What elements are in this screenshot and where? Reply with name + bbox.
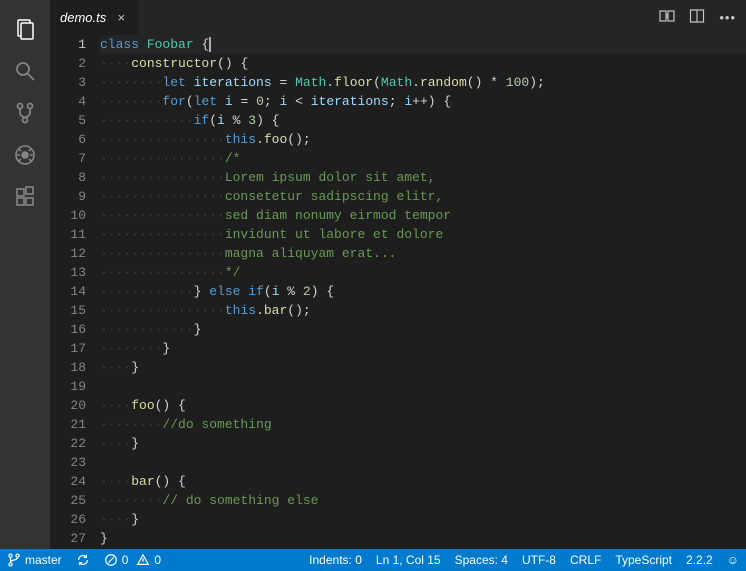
code-line[interactable]: ········} [100, 339, 746, 358]
explorer-icon[interactable] [0, 8, 50, 50]
line-number: 21 [50, 415, 86, 434]
line-number: 20 [50, 396, 86, 415]
line-number: 17 [50, 339, 86, 358]
close-icon[interactable]: × [114, 11, 128, 25]
editor-actions: ••• [659, 0, 746, 35]
code-line[interactable]: ················Lorem ipsum dolor sit am… [100, 168, 746, 187]
line-number: 27 [50, 529, 86, 548]
line-number: 18 [50, 358, 86, 377]
debug-icon[interactable] [0, 134, 50, 176]
line-number: 14 [50, 282, 86, 301]
code-line[interactable]: ········for(let i = 0; i < iterations; i… [100, 92, 746, 111]
line-number: 2 [50, 54, 86, 73]
git-branch[interactable]: master [0, 549, 69, 571]
code-editor[interactable]: 1234567891011121314151617181920212223242… [50, 35, 746, 549]
line-number: 19 [50, 377, 86, 396]
search-icon[interactable] [0, 50, 50, 92]
warnings-count: 0 [154, 553, 161, 567]
code-line[interactable]: ············} else if(i % 2) { [100, 282, 746, 301]
code-line[interactable]: ····bar() { [100, 472, 746, 491]
eol[interactable]: CRLF [563, 549, 608, 571]
sync-icon[interactable] [69, 549, 97, 571]
line-number: 3 [50, 73, 86, 92]
tab-bar: demo.ts × ••• [50, 0, 746, 35]
line-number: 1 [50, 35, 86, 54]
problems[interactable]: 0 0 [97, 549, 168, 571]
code-line[interactable]: ················invidunt ut labore et do… [100, 225, 746, 244]
version[interactable]: 2.2.2 [679, 549, 720, 571]
line-number: 16 [50, 320, 86, 339]
encoding[interactable]: UTF-8 [515, 549, 563, 571]
text-cursor [209, 37, 211, 52]
code-line[interactable]: ················sed diam nonumy eirmod t… [100, 206, 746, 225]
compare-icon[interactable] [659, 8, 675, 27]
code-line[interactable]: ················/* [100, 149, 746, 168]
line-number: 6 [50, 130, 86, 149]
code-line[interactable]: } [100, 529, 746, 548]
extensions-icon[interactable] [0, 176, 50, 218]
line-number: 13 [50, 263, 86, 282]
line-number: 5 [50, 111, 86, 130]
line-number: 10 [50, 206, 86, 225]
line-number: 4 [50, 92, 86, 111]
code-line[interactable]: ····foo() { [100, 396, 746, 415]
code-line[interactable]: ····} [100, 434, 746, 453]
indents[interactable]: Indents: 0 [302, 549, 369, 571]
line-number: 11 [50, 225, 86, 244]
line-number: 8 [50, 168, 86, 187]
line-number: 7 [50, 149, 86, 168]
line-number: 9 [50, 187, 86, 206]
language-mode[interactable]: TypeScript [608, 549, 679, 571]
spaces[interactable]: Spaces: 4 [448, 549, 515, 571]
more-icon[interactable]: ••• [719, 10, 736, 25]
status-bar: master 0 0 Indents: 0 Ln 1, Col 15 Space… [0, 549, 746, 571]
tab-demo-ts[interactable]: demo.ts × [50, 0, 139, 35]
code-line[interactable] [100, 377, 746, 396]
code-line[interactable]: ········let iterations = Math.floor(Math… [100, 73, 746, 92]
line-number: 23 [50, 453, 86, 472]
code-line[interactable]: ····constructor() { [100, 54, 746, 73]
line-number: 26 [50, 510, 86, 529]
code-line[interactable]: ····} [100, 358, 746, 377]
activity-bar [0, 0, 50, 549]
line-number: 12 [50, 244, 86, 263]
code-line[interactable]: class Foobar { [100, 35, 746, 54]
code-line[interactable]: ············} [100, 320, 746, 339]
feedback-icon[interactable]: ☺ [720, 549, 746, 571]
line-number: 22 [50, 434, 86, 453]
source-control-icon[interactable] [0, 92, 50, 134]
code-line[interactable]: ················this.foo(); [100, 130, 746, 149]
code-line[interactable]: ················this.bar(); [100, 301, 746, 320]
errors-count: 0 [122, 553, 129, 567]
branch-name: master [25, 553, 62, 567]
line-number: 25 [50, 491, 86, 510]
line-number: 24 [50, 472, 86, 491]
code-line[interactable] [100, 453, 746, 472]
code-line[interactable]: ········// do something else [100, 491, 746, 510]
code-line[interactable]: ········//do something [100, 415, 746, 434]
code-line[interactable]: ················consetetur sadipscing el… [100, 187, 746, 206]
code-line[interactable]: ············if(i % 3) { [100, 111, 746, 130]
cursor-position[interactable]: Ln 1, Col 15 [369, 549, 448, 571]
code-line[interactable]: ····} [100, 510, 746, 529]
line-number: 15 [50, 301, 86, 320]
code-line[interactable]: ················*/ [100, 263, 746, 282]
code-line[interactable]: ················magna aliquyam erat... [100, 244, 746, 263]
tab-filename: demo.ts [60, 10, 106, 25]
split-editor-icon[interactable] [689, 8, 705, 27]
